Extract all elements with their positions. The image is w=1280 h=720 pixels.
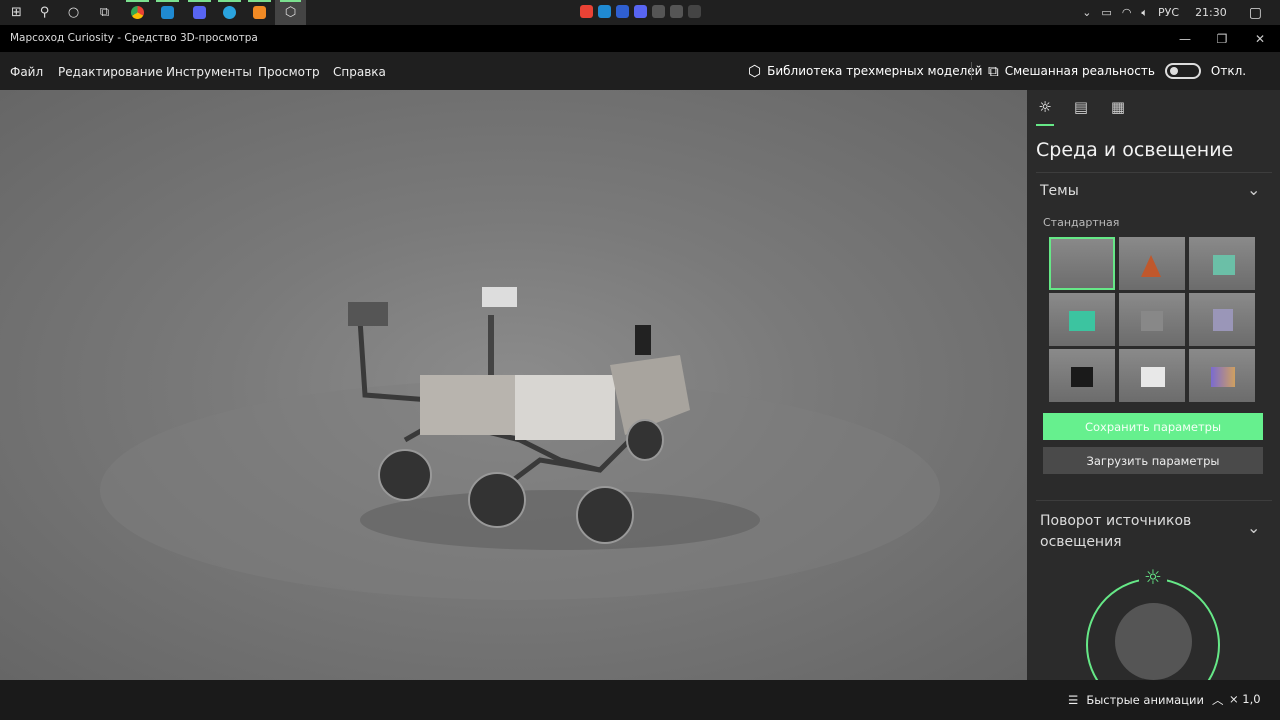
cube-icon: ⬡	[748, 62, 762, 80]
sun-icon: ☼	[1038, 98, 1052, 116]
cortana-icon[interactable]: ○	[57, 0, 90, 25]
minimize-button[interactable]: —	[1166, 25, 1204, 52]
mixed-reality-label: Смешанная реальность	[1004, 64, 1155, 78]
3d-library-label: Библиотека трехмерных моделей	[767, 64, 983, 78]
chevron-up-icon[interactable]: ⌄	[1082, 6, 1091, 19]
telegram-tray-icon[interactable]	[652, 5, 665, 18]
folder-icon[interactable]	[688, 5, 701, 18]
light-sphere	[1115, 603, 1192, 680]
chevron-down-icon: ⌄	[1247, 180, 1261, 199]
mixed-reality-icon: ⧉	[988, 62, 999, 80]
divider	[1036, 172, 1272, 173]
clock[interactable]: 21:30	[1195, 6, 1227, 19]
menu-tools[interactable]: Инструменты	[166, 65, 252, 79]
theme-tile[interactable]	[1189, 349, 1255, 402]
divider	[1036, 500, 1272, 501]
3d-library-button[interactable]: ⬡ Библиотека трехмерных моделей	[748, 62, 982, 80]
theme-tile[interactable]	[1119, 293, 1185, 346]
theme-tile[interactable]	[1119, 349, 1185, 402]
windows-taskbar: ⊞ ⚲ ○ ⧉ ⬡ ⌄ ▭ ◠ 🔈︎ РУС 21:30 ▢	[0, 0, 1280, 25]
theme-tile[interactable]	[1049, 237, 1115, 290]
discord-icon[interactable]	[183, 0, 216, 25]
language-indicator[interactable]: РУС	[1158, 6, 1179, 19]
vscode-icon[interactable]	[151, 0, 184, 25]
maximize-button[interactable]: ❐	[1203, 25, 1241, 52]
volume-icon[interactable]: 🔈︎	[1141, 6, 1148, 20]
theme-tile[interactable]	[1119, 237, 1185, 290]
menu-help[interactable]: Справка	[333, 65, 386, 79]
tab-grid[interactable]: ▦	[1107, 98, 1129, 120]
menu-view[interactable]: Просмотр	[258, 65, 320, 79]
notifications-icon[interactable]: ▢	[1249, 5, 1262, 21]
active-tab-indicator	[1036, 124, 1054, 126]
discord-tray-icon[interactable]	[634, 5, 647, 18]
mixed-reality-control: ⧉ Смешанная реальность Откл.	[988, 62, 1246, 80]
load-settings-button[interactable]: Загрузить параметры	[1043, 447, 1263, 474]
grid-icon: ▦	[1110, 98, 1126, 116]
quick-animations-button[interactable]: ☰ Быстрые анимации ︿	[1068, 692, 1223, 708]
mixed-reality-toggle[interactable]	[1164, 63, 1201, 79]
window-title: Марсоход Curiosity - Средство 3D-просмот…	[10, 32, 258, 44]
chevron-up-icon: ︿	[1211, 693, 1224, 707]
divider	[971, 62, 972, 80]
themes-heading: Темы	[1040, 183, 1079, 199]
tab-lighting[interactable]: ☼	[1034, 98, 1056, 120]
rover-model[interactable]	[0, 90, 1027, 680]
environment-panel: ☼ ▤ ▦ Среда и освещение Темы ⌄ Стандартн…	[1027, 90, 1280, 680]
quick-animations-label: Быстрые анимации	[1086, 693, 1204, 707]
save-settings-button[interactable]: Сохранить параметры	[1043, 413, 1263, 440]
animation-speed[interactable]: × 1,0	[1229, 692, 1261, 706]
close-button[interactable]: ✕	[1241, 25, 1279, 52]
theme-tile[interactable]	[1049, 349, 1115, 402]
light-rotation-section-header[interactable]: Поворот источников освещения ⌄	[1027, 508, 1280, 556]
chrome-icon[interactable]	[121, 0, 154, 25]
telegram-icon[interactable]	[213, 0, 246, 25]
wifi-icon[interactable]: ◠	[1122, 6, 1132, 19]
menu-bar: Файл Редактирование Инструменты Просмотр…	[0, 52, 1280, 90]
menu-file[interactable]: Файл	[10, 65, 43, 79]
3d-viewport[interactable]	[0, 90, 1027, 680]
panel-title: Среда и освещение	[1036, 139, 1234, 161]
google-icon[interactable]	[580, 5, 593, 18]
animation-icon: ☰	[1068, 693, 1079, 707]
vscode-tray-icon[interactable]	[598, 5, 611, 18]
theme-tile[interactable]	[1189, 293, 1255, 346]
status-bar: ☰ Быстрые анимации ︿ × 1,0	[0, 680, 1280, 720]
menu-edit[interactable]: Редактирование	[58, 65, 163, 79]
jetbrains-icon[interactable]	[616, 5, 629, 18]
app-orange-icon[interactable]	[243, 0, 276, 25]
skype-icon[interactable]	[670, 5, 683, 18]
battery-icon[interactable]: ▭	[1101, 6, 1111, 19]
toggle-state: Откл.	[1210, 64, 1247, 78]
theme-tile[interactable]	[1189, 237, 1255, 290]
theme-tile[interactable]	[1049, 293, 1115, 346]
themes-subheading: Стандартная	[1043, 216, 1120, 229]
sun-handle-icon[interactable]: ☼	[1139, 564, 1167, 590]
task-view-icon[interactable]: ⧉	[88, 0, 121, 25]
tab-stats[interactable]: ▤	[1070, 98, 1092, 120]
3d-viewer-icon[interactable]: ⬡	[275, 0, 306, 25]
themes-section-header[interactable]: Темы ⌄	[1027, 174, 1280, 210]
system-tray: ⌄ ▭ ◠ 🔈︎ РУС 21:30 ▢	[1082, 0, 1280, 25]
chevron-down-icon: ⌄	[1247, 518, 1261, 537]
stats-icon: ▤	[1073, 98, 1089, 116]
pinned-tray-icons	[580, 5, 701, 18]
light-rotation-heading: Поворот источников освещения	[1040, 513, 1192, 550]
